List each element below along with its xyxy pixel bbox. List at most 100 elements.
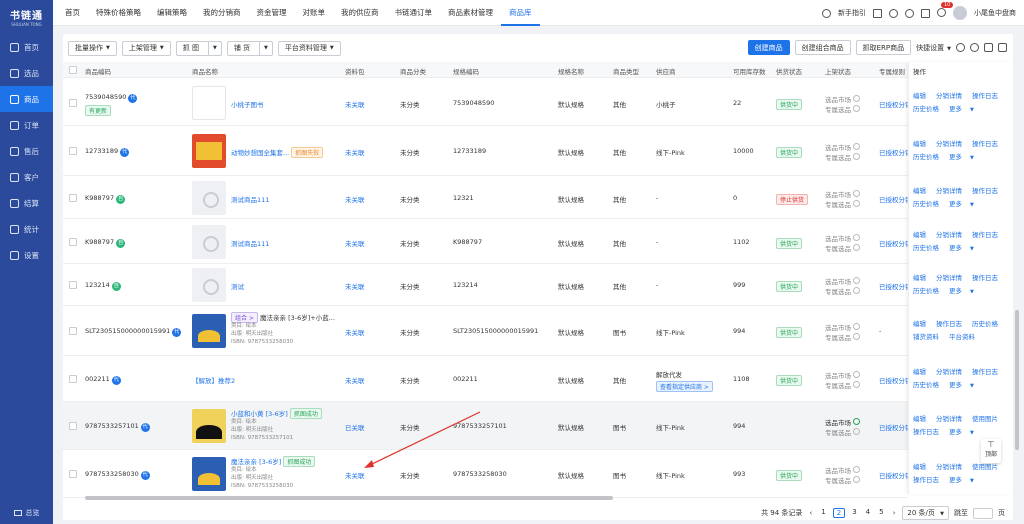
- headset-icon[interactable]: [905, 8, 914, 18]
- guide-link[interactable]: 新手指引: [838, 8, 866, 18]
- table-row[interactable]: 9787533257101 代小蓝和小黄 [3-6岁] 抓图成功 类目: 绘本 出版:…: [63, 402, 908, 450]
- view-supplier-button[interactable]: 查看指定供应商 >: [656, 381, 713, 392]
- goods-thumbnail[interactable]: [192, 409, 226, 443]
- op-link[interactable]: 操作日志: [972, 140, 1003, 148]
- nav-tab[interactable]: 编辑策略: [149, 0, 195, 26]
- prev-page-button[interactable]: ‹: [807, 509, 814, 517]
- create-goods-button[interactable]: 创建商品: [747, 40, 790, 55]
- op-link[interactable]: 操作日志: [972, 231, 1003, 239]
- op-link[interactable]: 操作日志: [972, 274, 1003, 282]
- table-row[interactable]: SLT230515000000015991 代组合 > 魔法亲亲 [3-6岁]+小…: [63, 306, 908, 356]
- op-link[interactable]: 操作日志: [972, 368, 1003, 376]
- op-link[interactable]: 分销详情: [936, 92, 967, 100]
- exclusive-rule[interactable]: 已授权分销: [879, 281, 908, 291]
- page-button[interactable]: 1: [819, 508, 827, 518]
- goods-name[interactable]: 小蓝和小黄 [3-6岁]: [231, 410, 288, 418]
- data-pack-link[interactable]: 未关联: [345, 375, 365, 385]
- more-dropdown[interactable]: 更多 ▼: [949, 153, 979, 161]
- sidebar-item-3[interactable]: 订单: [0, 112, 53, 138]
- op-link[interactable]: 操作日志: [913, 428, 944, 436]
- chevron-down-icon[interactable]: ▼: [207, 41, 221, 55]
- page-button[interactable]: 3: [850, 508, 858, 518]
- nav-tab[interactable]: 对账单: [295, 0, 334, 26]
- op-link[interactable]: 编辑: [913, 92, 931, 100]
- op-link[interactable]: 历史价格: [913, 287, 944, 295]
- goods-name[interactable]: 动物妙想国全集套...: [231, 149, 289, 157]
- sidebar-item-1[interactable]: 选品: [0, 60, 53, 86]
- create-combo-button[interactable]: 创建组合商品: [794, 40, 851, 55]
- exclusive-rule[interactable]: 已授权分销: [879, 147, 908, 157]
- goods-thumbnail[interactable]: [192, 268, 226, 302]
- op-link[interactable]: 编辑: [913, 231, 931, 239]
- op-link[interactable]: 历史价格: [972, 320, 1003, 328]
- op-link[interactable]: 分销详情: [936, 463, 967, 471]
- goods-name[interactable]: 小桃子图书: [231, 101, 264, 109]
- table-row[interactable]: 123214 自测试 未关联 未分类 123214 默认规格 其他 -999 供货中 选品市场 专属…: [63, 264, 908, 306]
- goods-thumbnail[interactable]: [192, 134, 226, 168]
- goto-page-input[interactable]: [973, 507, 993, 519]
- more-dropdown[interactable]: 更多 ▼: [949, 105, 979, 113]
- nav-tab[interactable]: 书链通订单: [387, 0, 441, 26]
- op-link[interactable]: 使用图片: [972, 463, 1003, 471]
- goods-thumbnail[interactable]: [192, 86, 226, 120]
- more-dropdown[interactable]: 更多 ▼: [949, 200, 979, 208]
- more-dropdown[interactable]: 更多 ▼: [949, 381, 979, 389]
- restock-button[interactable]: 铺 货 ▼: [226, 40, 273, 56]
- nav-tab[interactable]: 我的分销商: [195, 0, 249, 26]
- op-link[interactable]: 操作日志: [936, 320, 967, 328]
- op-link[interactable]: 操作日志: [972, 92, 1003, 100]
- exclusive-rule[interactable]: 已授权分销: [879, 99, 908, 109]
- refresh-icon[interactable]: [956, 43, 965, 52]
- more-dropdown[interactable]: 更多 ▼: [949, 476, 979, 484]
- back-to-top-button[interactable]: ⊤ 顶部: [981, 439, 1001, 463]
- batch-ops-button[interactable]: 批量操作 ▼: [68, 40, 117, 56]
- app-logo[interactable]: 书链通 SHULIAN TONG: [0, 0, 53, 34]
- goods-thumbnail[interactable]: [192, 225, 226, 259]
- op-link[interactable]: 历史价格: [913, 200, 944, 208]
- data-pack-link[interactable]: 未关联: [345, 194, 365, 204]
- op-link[interactable]: 铺货资料: [913, 333, 944, 341]
- row-checkbox[interactable]: [69, 147, 77, 155]
- table-row[interactable]: 12733189 代动物妙想国全集套... 抓图失败 未关联 未分类 12733189 默…: [63, 126, 908, 176]
- platform-data-button[interactable]: 平台资料管理 ▼: [277, 40, 341, 56]
- chevron-down-icon[interactable]: ▼: [259, 41, 272, 55]
- horizontal-scrollbar[interactable]: [85, 496, 613, 500]
- exclusive-rule[interactable]: 已授权分销: [879, 422, 908, 432]
- data-pack-link[interactable]: 未关联: [345, 238, 365, 248]
- page-button[interactable]: 5: [877, 508, 885, 518]
- goods-name[interactable]: 魔法亲亲 [3-6岁]: [231, 458, 281, 466]
- row-checkbox[interactable]: [69, 422, 77, 430]
- sidebar-item-5[interactable]: 客户: [0, 164, 53, 190]
- op-link[interactable]: 编辑: [913, 415, 931, 423]
- data-pack-link[interactable]: 未关联: [345, 470, 365, 480]
- goods-name[interactable]: 测试商品111: [231, 240, 269, 248]
- page-button[interactable]: 4: [864, 508, 872, 518]
- sidebar-overview[interactable]: 总览: [0, 508, 53, 518]
- goods-name[interactable]: 测试商品111: [231, 196, 269, 204]
- row-checkbox[interactable]: [69, 470, 77, 478]
- grab-image-button[interactable]: 抓 图 ▼: [175, 40, 222, 56]
- grab-erp-button[interactable]: 抓取ERP商品: [855, 40, 912, 55]
- goods-name[interactable]: 【解放】推荐2: [192, 377, 235, 385]
- table-row[interactable]: 002211 代【解放】推荐2 未关联 未分类 002211 默认规格 其他 解放代发 查看指定…: [63, 356, 908, 402]
- op-link[interactable]: 操作日志: [913, 476, 944, 484]
- op-link[interactable]: 分销详情: [936, 274, 967, 282]
- op-link[interactable]: 编辑: [913, 463, 931, 471]
- op-link[interactable]: 编辑: [913, 274, 931, 282]
- op-link[interactable]: 历史价格: [913, 244, 944, 252]
- table-row[interactable]: 7539048590 代有更新 小桃子图书 未关联 未分类 7539048590 默认规格其…: [63, 80, 908, 126]
- sidebar-item-8[interactable]: 设置: [0, 242, 53, 268]
- op-link[interactable]: 编辑: [913, 187, 931, 195]
- select-all-checkbox[interactable]: [69, 66, 77, 74]
- nav-tab[interactable]: 商品素材管理: [440, 0, 501, 26]
- quick-settings[interactable]: 快捷设置 ▼: [916, 43, 951, 53]
- op-link[interactable]: 分销详情: [936, 187, 967, 195]
- op-link[interactable]: 分销详情: [936, 231, 967, 239]
- next-page-button[interactable]: ›: [891, 509, 898, 517]
- nav-tab[interactable]: 资金管理: [249, 0, 295, 26]
- user-avatar[interactable]: [953, 6, 967, 20]
- gear-icon[interactable]: [970, 43, 979, 52]
- op-link[interactable]: 编辑: [913, 320, 931, 328]
- nav-tab[interactable]: 商品库: [501, 0, 540, 26]
- op-link[interactable]: 分销详情: [936, 140, 967, 148]
